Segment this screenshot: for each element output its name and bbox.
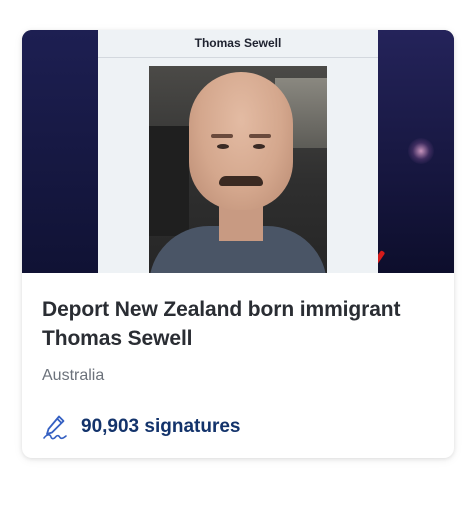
right-eye [253, 144, 265, 149]
left-brow [211, 134, 233, 138]
image-caption-name: Thomas Sewell [194, 36, 282, 50]
left-eye [217, 144, 229, 149]
image-background-left [22, 30, 98, 273]
pen-signature-icon [42, 414, 70, 440]
right-brow [249, 134, 271, 138]
mustache [219, 176, 263, 186]
screenshot-panel: Thomas Sewell [98, 30, 378, 273]
petition-image: Thomas Sewell [22, 30, 454, 273]
petition-location: Australia [42, 367, 105, 384]
signature-count-label: 90,903 signatures [81, 416, 241, 437]
portrait-photo [149, 66, 327, 273]
petition-card[interactable]: Thomas Sewell Deport New Zealand born im… [22, 30, 454, 458]
car-seat [149, 126, 189, 236]
person-head [189, 72, 293, 210]
signature-count: 90,903 signatures [42, 413, 240, 441]
image-light-glow [408, 138, 434, 164]
petition-title[interactable]: Deport New Zealand born immigrant Thomas… [42, 295, 434, 353]
panel-divider [98, 57, 378, 58]
